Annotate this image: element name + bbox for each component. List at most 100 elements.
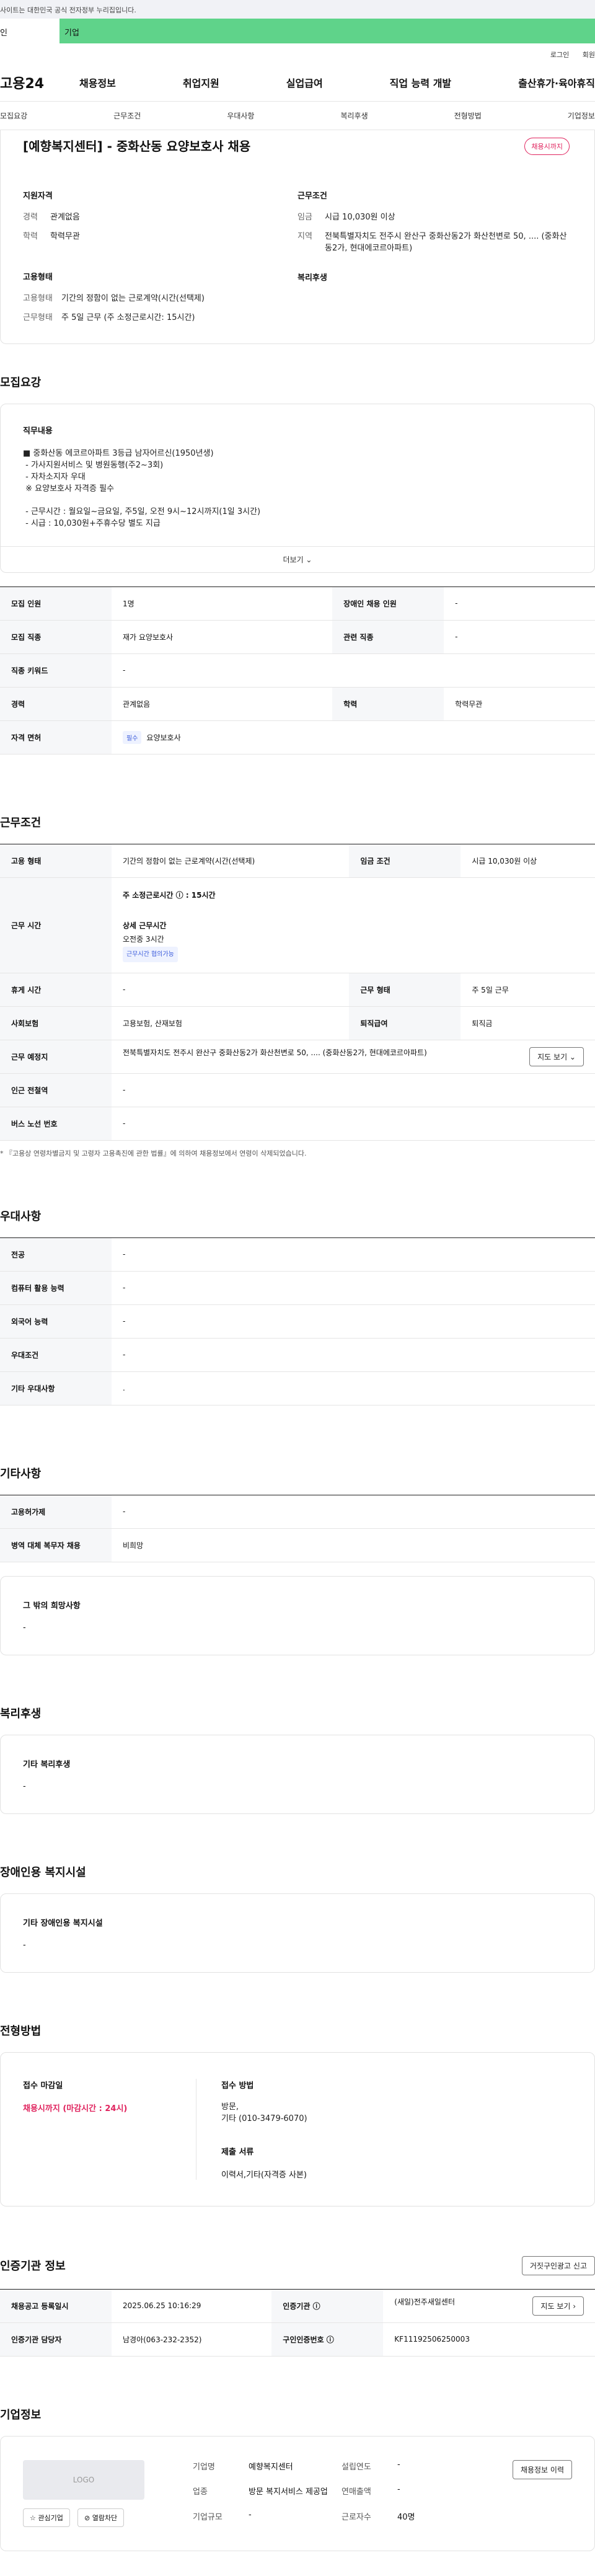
military-label: 병역 대체 복무자 채용 bbox=[0, 1528, 112, 1562]
education-label: 학력 bbox=[332, 687, 444, 721]
career-row: 경력 관계없음 bbox=[23, 212, 298, 224]
company-info-grid: 기업명 예향복지센터 설립연도 - 업종 방문 복지서비스 제공업 연매출액 -… bbox=[193, 2460, 472, 2527]
company-card: LOGO ☆ 관심기업 ⊘ 열람차단 기업명 예향복지센터 설립연도 - 업종 … bbox=[0, 2435, 595, 2551]
job-history-button[interactable]: 채용정보 이력 bbox=[512, 2459, 572, 2479]
age-note: * 『고용상 연령차별금지 및 고령자 고용촉진에 관한 법률』에 의하여 채용… bbox=[0, 1149, 307, 1157]
block-view-button[interactable]: ⊘ 열람차단 bbox=[77, 2508, 125, 2527]
pref-cond-label: 우대조건 bbox=[0, 1338, 112, 1372]
docs-value: 이력서,기타(자격증 사본) bbox=[221, 2170, 307, 2180]
form-label: 근무 형태 bbox=[349, 973, 461, 1007]
agency-cell: (새일)전주새일센터 지도 보기 › bbox=[383, 2289, 595, 2323]
emptype-value: 기간의 정함이 없는 근로계약(시간(선택제) bbox=[61, 293, 205, 303]
recruit-table: 모집 인원 1명 장애인 채용 인원 - 모집 직종 재가 요양보호사 관련 직… bbox=[0, 586, 595, 755]
table-row: 채용공고 등록일시 2025.06.25 10:16:29 인증기관 ⓘ (새일… bbox=[0, 2289, 595, 2323]
company-name-label: 기업명 bbox=[193, 2462, 215, 2472]
welfare-heading: 복리후생 bbox=[298, 273, 327, 283]
cert-num-value: KF11192506250003 bbox=[383, 2322, 595, 2357]
conditions-col: 근무조건 임금 시급 10,030원 이상 지역 전북특별자치도 전주시 완산구 중… bbox=[298, 189, 572, 331]
gnb-item-vocational-training[interactable]: 직업 능력 개발 bbox=[390, 75, 451, 90]
company-section-title: 기업정보 bbox=[0, 2408, 42, 2422]
disabled-value: - bbox=[444, 586, 595, 621]
keyword-value: - bbox=[112, 653, 595, 688]
pref-etc-value: . bbox=[112, 1371, 595, 1405]
map-button[interactable]: 지도 보기 ⌄ bbox=[529, 1047, 584, 1066]
wish-card: 그 밖의 희망사항 - bbox=[0, 1575, 595, 1655]
history-col: 채용정보 이력 bbox=[512, 2459, 572, 2527]
career-label: 경력 bbox=[0, 687, 112, 721]
table-row: 직종 키워드 - bbox=[0, 653, 595, 688]
login-link[interactable]: 로그인 bbox=[550, 51, 569, 59]
form-value: 주 5일 근무 bbox=[461, 973, 595, 1007]
size-value: - bbox=[249, 2510, 252, 2520]
welfare-card: 기타 복리후생 - bbox=[0, 1734, 595, 1814]
hours-detail-label: 상세 근무시간 bbox=[123, 921, 167, 930]
table-row: 전공 - bbox=[0, 1237, 595, 1272]
welfare-heading: 기타 복리후생 bbox=[23, 1759, 71, 1769]
staff-label: 근로자수 bbox=[342, 2512, 371, 2522]
subnav-preferences[interactable]: 우대사항 bbox=[227, 110, 254, 121]
subnav-selection[interactable]: 전형방법 bbox=[454, 110, 482, 121]
job-value: 재가 요양보호사 bbox=[112, 620, 333, 654]
career-value: 관계없음 bbox=[112, 687, 333, 721]
founded-value: - bbox=[397, 2459, 400, 2469]
location-value: 전북특별자치도 전주시 완산구 중화산동2가 화산천변로 50, .... (중… bbox=[123, 1048, 427, 1057]
education-value: 학력무관 bbox=[444, 687, 595, 721]
subnav-welfare[interactable]: 복리후생 bbox=[340, 110, 368, 121]
table-row: 컴퓨터 활용 능력 - bbox=[0, 1271, 595, 1305]
tab-individual[interactable]: 인 bbox=[0, 19, 60, 43]
wish-heading: 그 밖의 희망사항 bbox=[23, 1601, 81, 1611]
gnb-item-jobs[interactable]: 채용정보 bbox=[79, 75, 116, 90]
job-summary-card: [예향복지센터] - 중화산동 요양보호사 채용 채용시까지 지원자격 경력 관계… bbox=[0, 130, 595, 344]
tab-business[interactable]: 기업 bbox=[60, 19, 595, 43]
subnav-company[interactable]: 기업정보 bbox=[568, 110, 595, 121]
duty-heading: 직무내용 bbox=[23, 427, 53, 436]
keyword-label: 직종 키워드 bbox=[0, 653, 112, 688]
founded-label: 설립연도 bbox=[342, 2462, 371, 2472]
required-tag: 필수 bbox=[123, 730, 142, 744]
reg-value: 2025.06.25 10:16:29 bbox=[112, 2289, 272, 2323]
license-label: 자격 면허 bbox=[0, 720, 112, 755]
gnb-item-parental-leave[interactable]: 출산휴가·육아휴직 bbox=[518, 75, 595, 90]
report-button[interactable]: 거짓구인광고 신고 bbox=[521, 2255, 595, 2275]
break-value: - bbox=[112, 973, 350, 1007]
wage-row: 임금 시급 10,030원 이상 bbox=[298, 212, 572, 224]
favorite-company-button[interactable]: ☆ 관심기업 bbox=[23, 2508, 70, 2527]
employment-heading: 고용형태 bbox=[23, 272, 53, 282]
hours-negotiable-tag: 근무시간 협의가능 bbox=[123, 947, 178, 963]
cert-num-label: 구인인증번호 ⓘ bbox=[271, 2322, 384, 2357]
company-logo-col: LOGO ☆ 관심기업 ⊘ 열람차단 bbox=[23, 2459, 144, 2527]
bus-label: 버스 노선 번호 bbox=[0, 1107, 112, 1141]
gnb-item-unemployment-benefit[interactable]: 실업급여 bbox=[286, 75, 323, 90]
table-row: 인증기관 담당자 남경아(063-232-2352) 구인인증번호 ⓘ KF11… bbox=[0, 2322, 595, 2357]
agency-label: 인증기관 ⓘ bbox=[271, 2289, 384, 2323]
join-link[interactable]: 회원 bbox=[583, 51, 595, 59]
gnb-menu: 채용정보 취업지원 실업급여 직업 능력 개발 출산휴가·육아휴직 bbox=[79, 75, 595, 90]
reg-label: 채용공고 등록일시 bbox=[0, 2289, 112, 2323]
agency-value: (새일)전주새일센터 bbox=[394, 2297, 455, 2306]
pref-section-title: 우대사항 bbox=[0, 1210, 42, 1223]
work-table: 고용 형태 기간의 정함이 없는 근로계약(시간(선택제) 임금 조건 시급 1… bbox=[0, 843, 595, 1141]
recruit-section-title: 모집요강 bbox=[0, 376, 42, 389]
sales-label: 연매출액 bbox=[342, 2487, 371, 2497]
agency-section-title: 인증기관 정보 bbox=[0, 2260, 66, 2273]
agency-table: 채용공고 등록일시 2025.06.25 10:16:29 인증기관 ⓘ (새일… bbox=[0, 2288, 595, 2357]
subnav-conditions[interactable]: 근무조건 bbox=[113, 110, 141, 121]
agency-map-button[interactable]: 지도 보기 › bbox=[532, 2296, 584, 2316]
insurance-value: 고용보험, 산재보험 bbox=[112, 1006, 350, 1040]
docs-heading: 제출 서류 bbox=[221, 2147, 254, 2157]
table-row: 고용 형태 기간의 정함이 없는 근로계약(시간(선택제) 임금 조건 시급 1… bbox=[0, 844, 595, 878]
table-row: 고용허가제 - bbox=[0, 1495, 595, 1529]
major-label: 전공 bbox=[0, 1237, 112, 1272]
more-button[interactable]: 더보기 ⌄ bbox=[1, 546, 594, 572]
disabled-label: 장애인 채용 인원 bbox=[332, 586, 444, 621]
license-value: 요양보호사 bbox=[146, 733, 181, 742]
gnb-item-employment-support[interactable]: 취업지원 bbox=[183, 75, 219, 90]
manager-value: 남경아(063-232-2352) bbox=[112, 2322, 272, 2357]
subnav-recruit[interactable]: 모집요강 bbox=[0, 110, 27, 121]
method-heading: 접수 방법 bbox=[221, 2081, 254, 2091]
qualification-col: 지원자격 경력 관계없음 학력 학력무관 고용형태 고용형태 기간의 정함이 없는 근… bbox=[23, 189, 298, 331]
emptype-value: 기간의 정함이 없는 근로계약(시간(선택제) bbox=[112, 844, 350, 878]
facility-section-title: 장애인용 복지시설 bbox=[0, 1866, 86, 1879]
site-logo[interactable]: 고용24 bbox=[0, 73, 79, 92]
company-logo: LOGO bbox=[23, 2459, 144, 2500]
